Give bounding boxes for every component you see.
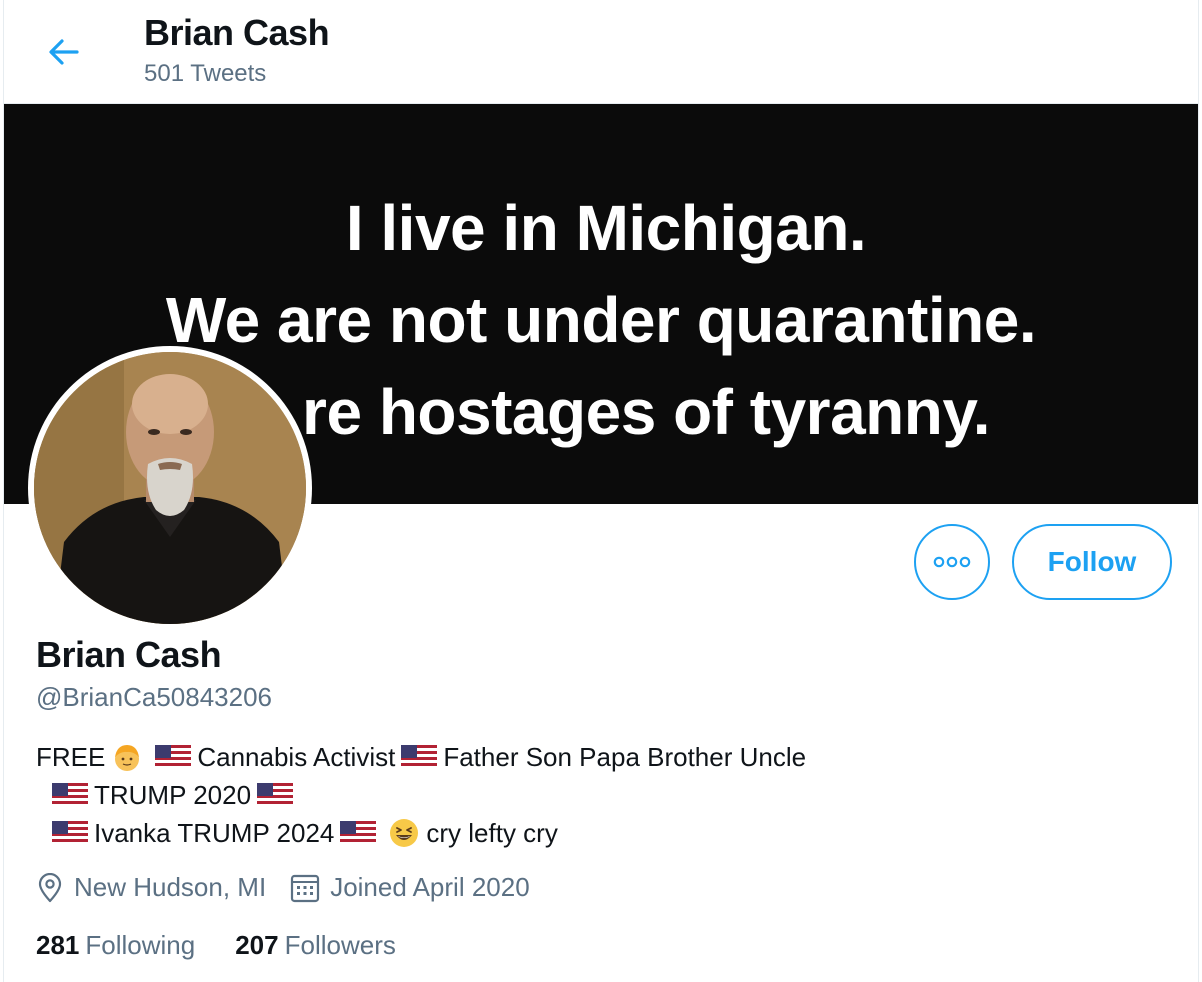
bio-line: Ivanka TRUMP 2024 cry lefty cry [36,814,806,852]
us-flag-icon [52,821,88,845]
more-options-button[interactable] [914,524,990,600]
tweet-count: 501 Tweets [144,60,267,87]
profile-stats: 281 Following 207 Followers [36,930,436,961]
bio-text: cry lefty cry [426,818,558,848]
back-arrow-icon [49,39,79,65]
location: New Hudson, MI [36,872,266,903]
follow-button[interactable]: Follow [1012,524,1172,600]
profile-page: Brian Cash 501 Tweets I live in Michigan… [3,0,1199,982]
us-flag-icon [52,783,88,807]
profile-meta: New Hudson, MI Joined April 2020 [36,872,554,903]
us-flag-icon [340,821,377,845]
avatar-photo [34,352,306,624]
bio-line: TRUMP 2020 [36,776,806,814]
bio-text: TRUMP 2020 [94,780,252,810]
avatar[interactable] [28,346,312,630]
blond-person-emoji-icon [115,745,140,771]
bio: FREE Cannabis Activist Father Son Papa B… [36,738,806,852]
bio-line: FREE Cannabis Activist Father Son Papa B… [36,738,806,776]
display-name: Brian Cash [36,634,222,675]
bio-text: Father Son Papa Brother Uncle [443,742,807,772]
followers-label: Followers [284,930,396,960]
following-count: 281 [36,930,80,960]
us-flag-icon [155,745,192,769]
more-dots-icon [933,556,971,568]
banner-line: I live in Michigan. [345,192,867,264]
location-text: New Hudson, MI [74,872,267,902]
followers-count: 207 [235,930,279,960]
join-date-text: Joined April 2020 [330,872,530,902]
bio-text: Ivanka TRUMP 2024 [94,818,335,848]
us-flag-icon [257,783,294,807]
join-date: Joined April 2020 [290,872,530,903]
header-title: Brian Cash [144,12,330,53]
bio-text: Cannabis Activist [197,742,396,772]
followers-link[interactable]: 207 Followers [235,930,396,961]
calendar-icon [291,874,320,902]
bio-text: FREE [36,742,106,772]
us-flag-icon [401,745,438,769]
following-link[interactable]: 281 Following [36,930,195,961]
grinning-squinting-emoji-icon [390,819,419,847]
following-label: Following [85,930,196,960]
back-button[interactable] [42,30,86,74]
location-pin-icon [38,872,62,902]
user-handle: @BrianCa50843206 [36,682,273,712]
profile-header: Brian Cash 501 Tweets [4,0,1198,104]
